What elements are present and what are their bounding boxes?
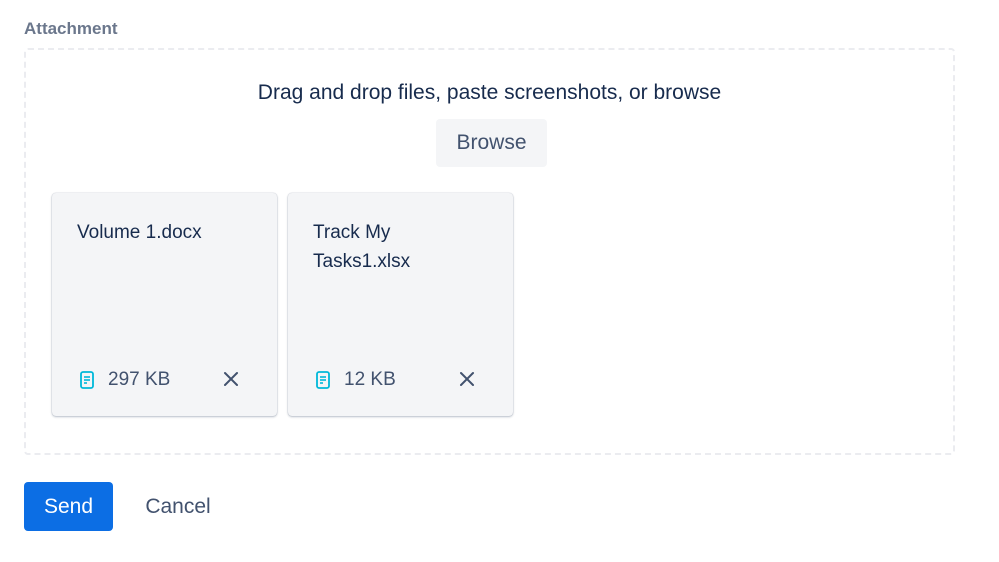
document-icon (316, 371, 330, 389)
close-icon (459, 371, 475, 390)
file-size: 12 KB (344, 369, 396, 390)
remove-file-button[interactable] (455, 368, 479, 392)
browse-button[interactable]: Browse (436, 119, 547, 167)
file-name: Track My Tasks1.xlsx (313, 222, 411, 272)
document-icon (80, 371, 94, 389)
remove-file-button[interactable] (219, 368, 243, 392)
send-button[interactable]: Send (24, 482, 113, 531)
file-card: Track My Tasks1.xlsx 12 KB (288, 193, 513, 416)
dropzone-instructions: Drag and drop files, paste screenshots, … (257, 81, 722, 104)
cancel-button[interactable]: Cancel (128, 482, 228, 531)
file-card: Volume 1.docx 297 KB (52, 193, 277, 416)
attachment-label: Attachment (24, 19, 118, 38)
close-icon (223, 371, 239, 390)
file-meta: 297 KB (80, 368, 170, 392)
file-meta: 12 KB (316, 368, 396, 392)
file-name: Volume 1.docx (77, 222, 202, 243)
attachment-dropzone[interactable]: Drag and drop files, paste screenshots, … (24, 48, 955, 455)
file-size: 297 KB (108, 369, 171, 390)
